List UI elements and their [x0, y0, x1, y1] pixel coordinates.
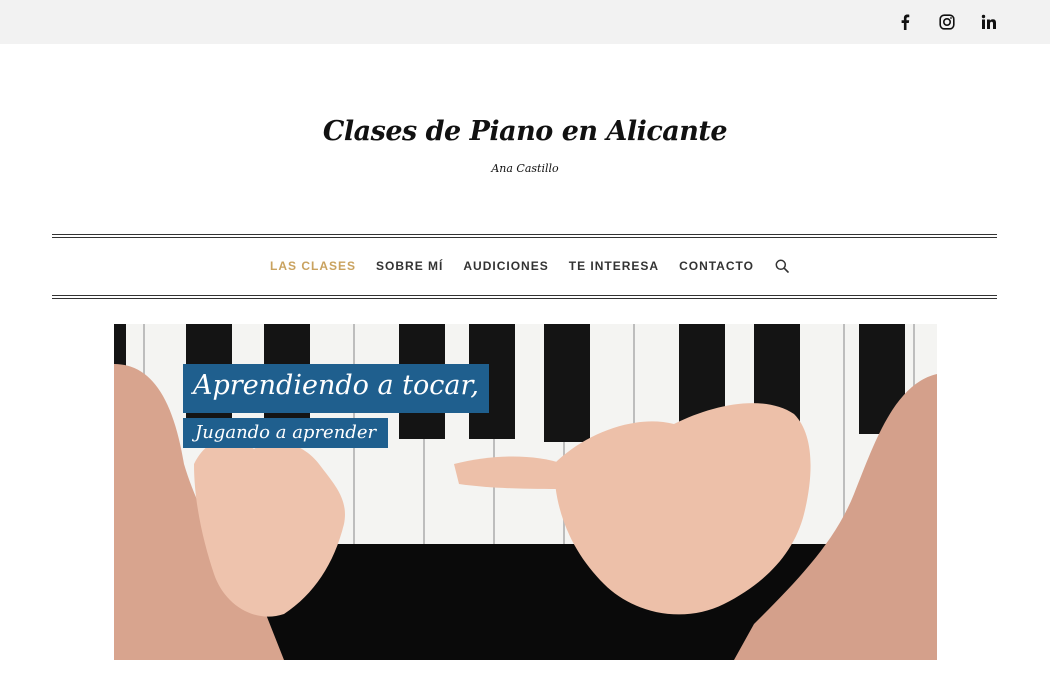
top-bar	[0, 0, 1050, 44]
search-icon[interactable]	[774, 258, 790, 274]
divider	[52, 298, 997, 299]
hero-caption-line2: Jugando a aprender	[183, 418, 389, 448]
nav-item-las-clases[interactable]: LAS CLASES	[270, 259, 356, 273]
nav-item-sobre-mi[interactable]: SOBRE MÍ	[376, 259, 443, 273]
divider	[52, 237, 997, 238]
nav-item-contacto[interactable]: CONTACTO	[679, 259, 754, 273]
divider	[52, 234, 997, 235]
site-title[interactable]: Clases de Piano en Alicante	[0, 116, 1050, 147]
nav-item-audiciones[interactable]: AUDICIONES	[463, 259, 548, 273]
site-tagline: Ana Castillo	[491, 162, 559, 175]
main-nav: LAS CLASES SOBRE MÍ AUDICIONES TE INTERE…	[0, 256, 1050, 276]
hero-caption-line1: Aprendiendo a tocar,	[183, 364, 489, 413]
nav-item-te-interesa[interactable]: TE INTERESA	[569, 259, 659, 273]
instagram-icon[interactable]	[937, 12, 957, 32]
divider	[52, 295, 997, 296]
facebook-icon[interactable]	[895, 12, 915, 32]
linkedin-icon[interactable]	[979, 12, 999, 32]
